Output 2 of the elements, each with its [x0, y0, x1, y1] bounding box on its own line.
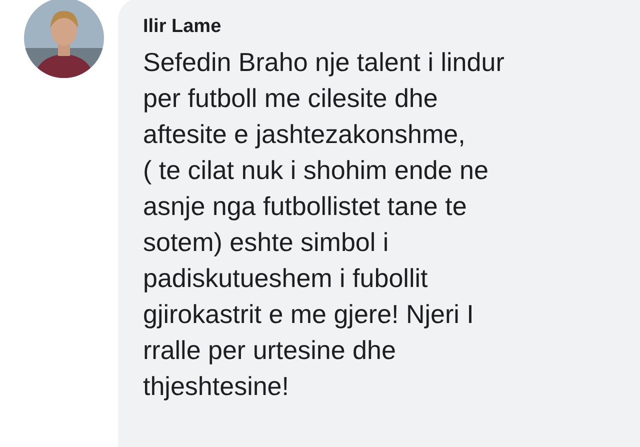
author-name[interactable]: Ilir Lame: [143, 15, 620, 39]
comment-text: Sefedin Braho nje talent i lindur per futboll me cilesite dhe aftesite e jashtezakonshme, ( te cilat nuk i shohim ende ne asnje nga futbollistet tane te sotem) eshte simbol i padiskutueshem i fubollit gjirokastrit e me gjere! Njeri I rralle per urtesine dhe thjeshtesine!: [143, 46, 506, 403]
